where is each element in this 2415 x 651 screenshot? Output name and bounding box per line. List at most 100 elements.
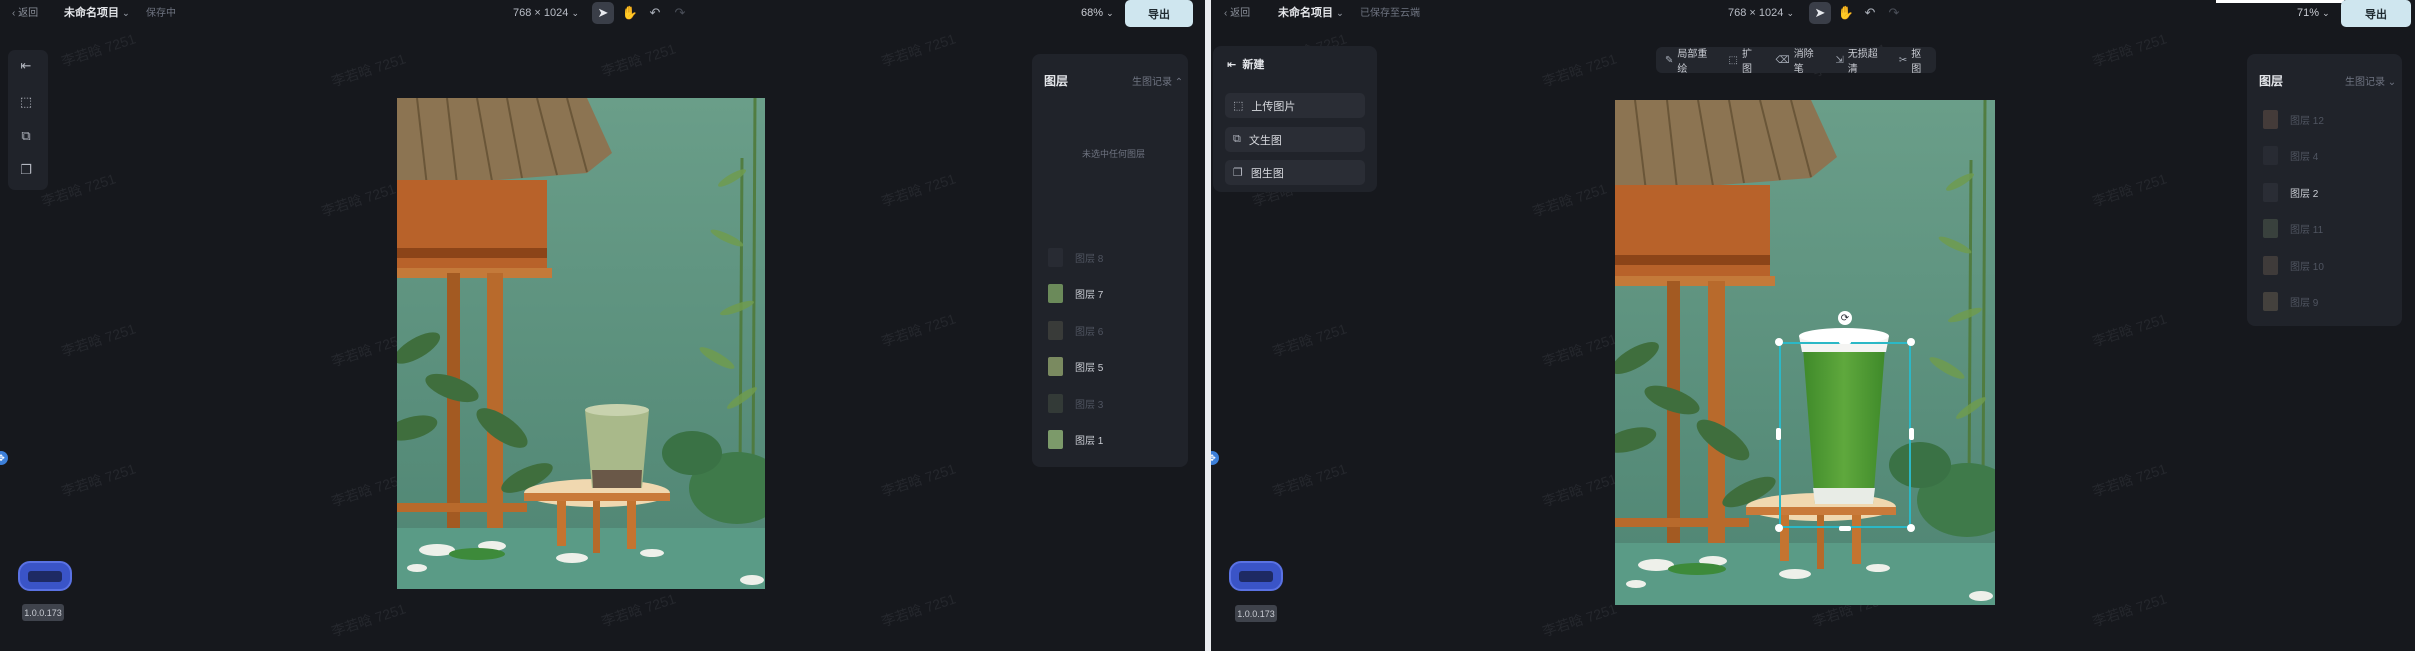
generation-history-button[interactable]: 生图记录 ⌄ <box>2345 73 2396 88</box>
menu-item-upload-image[interactable]: ⬚ 上传图片 <box>1225 93 1365 118</box>
chevron-down-icon: ⌄ <box>1106 8 1114 18</box>
watermark-text: 李若晗 7251 <box>59 460 138 500</box>
menu-item-text-to-image[interactable]: ⧉ 文生图 <box>1225 127 1365 152</box>
expand-edge-button[interactable]: ✥ <box>1211 451 1219 465</box>
cursor-icon: ➤ <box>1814 5 1826 20</box>
layer-item[interactable]: 图层 9 <box>2263 291 2318 313</box>
layer-thumbnail <box>2263 109 2278 129</box>
cutout-icon: ✂ <box>1898 54 1908 66</box>
resize-handle-bottom-right[interactable] <box>1907 524 1915 532</box>
watermark-text: 李若晗 7251 <box>1540 470 1619 510</box>
layer-name: 图层 5 <box>1075 363 1104 374</box>
watermark-text: 李若晗 7251 <box>879 30 958 70</box>
cursor-icon: ➤ <box>597 5 609 20</box>
project-name[interactable]: 未命名项目 ⌄ <box>64 6 130 20</box>
layer-item[interactable]: 图层 3 <box>1048 392 1103 414</box>
new-menu: ⇤ 新建 ⬚ 上传图片 ⧉ 文生图 ❐ 图生图 <box>1213 46 1377 192</box>
export-button[interactable]: 导出 <box>2341 0 2411 27</box>
canvas-size-selector[interactable]: 768 × 1024 ⌄ <box>1728 6 1794 20</box>
editor-window-right: 李若晗 7251 李若晗 7251 李若晗 7251 李若晗 7251 李若晗 7251… <box>1211 0 2415 651</box>
watermark-text: 李若晗 7251 <box>2090 460 2169 500</box>
hand-icon: ✋ <box>621 5 639 20</box>
resize-handle-top-right[interactable] <box>1907 338 1915 346</box>
new-menu-title: 新建 <box>1242 59 1265 71</box>
expand-edge-button[interactable]: ✥ <box>0 451 8 465</box>
outpaint-button[interactable]: ⬚ 扩图 <box>1729 45 1758 75</box>
upscale-button[interactable]: ⇲ 无损超清 <box>1835 45 1881 75</box>
hand-tool-button[interactable]: ✋ <box>619 2 641 24</box>
layer-thumbnail <box>2263 255 2278 275</box>
version-toggle[interactable] <box>1229 561 1283 591</box>
canvas-image[interactable]: ⟳ <box>1615 100 1995 605</box>
watermark-text: 李若晗 7251 <box>1540 330 1619 370</box>
collapse-icon[interactable]: ⇤ <box>18 58 34 74</box>
layer-thumbnail <box>1048 320 1063 340</box>
cutout-button[interactable]: ✂ 抠图 <box>1899 45 1927 75</box>
top-bar: ‹ 返回 未命名项目 ⌄ 保存中 768 × 1024 ⌄ ➤ ✋ ↶ ↷ 68… <box>0 0 1205 28</box>
resize-handle-top[interactable] <box>1839 339 1851 344</box>
project-name[interactable]: 未命名项目 ⌄ <box>1278 6 1344 20</box>
generation-history-button[interactable]: 生图记录 ⌃ <box>1132 73 1183 88</box>
layer-item[interactable]: 图层 11 <box>2263 218 2323 240</box>
hand-tool-button[interactable]: ✋ <box>1835 2 1857 24</box>
move-icon: ✥ <box>1211 452 1216 463</box>
new-menu-header[interactable]: ⇤ 新建 <box>1227 58 1264 72</box>
redo-button[interactable]: ↷ <box>669 2 691 24</box>
hand-icon: ✋ <box>1837 5 1855 20</box>
upload-image-icon: ⬚ <box>1233 100 1244 112</box>
eraser-button[interactable]: ⌫ 消除笔 <box>1776 45 1818 75</box>
layer-item[interactable]: 图层 6 <box>1048 319 1103 341</box>
chevron-down-icon: ⌄ <box>2322 8 2330 18</box>
watermark-text: 李若晗 7251 <box>599 40 678 80</box>
layers-panel: 图层 生图记录 ⌃ 未选中任何图层 图层 8 图层 7 图层 6 图层 5 图层 3 图层… <box>1032 54 1188 467</box>
upload-image-icon[interactable]: ⬚ <box>18 94 34 110</box>
layer-item[interactable]: 图层 2 <box>2263 181 2318 203</box>
zoom-selector[interactable]: 71% ⌄ <box>2297 6 2330 20</box>
layer-item[interactable]: 图层 5 <box>1048 356 1103 378</box>
menu-item-image-to-image[interactable]: ❐ 图生图 <box>1225 160 1365 185</box>
canvas-size-selector[interactable]: 768 × 1024 ⌄ <box>513 6 579 20</box>
export-button[interactable]: 导出 <box>1125 0 1193 27</box>
layers-panel: 图层 生图记录 ⌄ 图层 12 图层 4 图层 2 图层 11 图层 10 图层 9 <box>2247 54 2402 326</box>
text-to-image-icon[interactable]: ⧉ <box>18 128 34 144</box>
resize-handle-top-left[interactable] <box>1775 338 1783 346</box>
watermark-text: 李若晗 7251 <box>1530 180 1609 220</box>
selection-box[interactable] <box>1779 342 1911 528</box>
resize-handle-right[interactable] <box>1909 428 1914 440</box>
back-label: 返回 <box>1230 8 1251 19</box>
layer-item[interactable]: 图层 7 <box>1048 283 1103 305</box>
inpaint-button[interactable]: ✎ 局部重绘 <box>1665 45 1711 75</box>
layer-item[interactable]: 图层 1 <box>1048 429 1103 451</box>
version-toggle[interactable] <box>18 561 72 591</box>
layer-item[interactable]: 图层 12 <box>2263 108 2324 130</box>
layer-item[interactable]: 图层 4 <box>2263 145 2318 167</box>
select-tool-button[interactable]: ➤ <box>1809 2 1831 24</box>
layer-name: 图层 4 <box>2290 152 2319 163</box>
undo-button[interactable]: ↶ <box>644 2 666 24</box>
resize-handle-bottom-left[interactable] <box>1775 524 1783 532</box>
layer-item[interactable]: 图层 10 <box>2263 254 2324 276</box>
layer-thumbnail <box>2263 146 2278 165</box>
undo-button[interactable]: ↶ <box>1859 2 1881 24</box>
canvas-image[interactable] <box>397 98 765 589</box>
layer-item[interactable]: 图层 8 <box>1048 246 1103 268</box>
rotate-handle[interactable]: ⟳ <box>1838 311 1852 325</box>
resize-handle-bottom[interactable] <box>1839 526 1851 531</box>
watermark-text: 李若晗 7251 <box>599 590 678 630</box>
redo-button[interactable]: ↷ <box>1883 2 1905 24</box>
layer-thumbnail <box>1048 393 1063 413</box>
back-button[interactable]: ‹ 返回 <box>1224 7 1250 21</box>
image-to-image-icon: ❐ <box>1233 167 1243 179</box>
select-tool-button[interactable]: ➤ <box>592 2 614 24</box>
resize-handle-left[interactable] <box>1776 428 1781 440</box>
layer-thumbnail <box>1048 247 1063 267</box>
back-button[interactable]: ‹ 返回 <box>12 7 38 21</box>
upscale-label: 无损超清 <box>1847 49 1878 75</box>
eraser-icon: ⌫ <box>1775 54 1790 66</box>
image-to-image-icon[interactable]: ❐ <box>18 162 34 178</box>
editor-window-left: 李若晗 7251 李若晗 7251 李若晗 7251 李若晗 7251 李若晗 7251… <box>0 0 1205 651</box>
zoom-label: 71% <box>2297 7 2320 19</box>
undo-icon: ↶ <box>649 5 661 20</box>
menu-item-label: 文生图 <box>1248 134 1282 147</box>
zoom-selector[interactable]: 68% ⌄ <box>1081 6 1114 20</box>
